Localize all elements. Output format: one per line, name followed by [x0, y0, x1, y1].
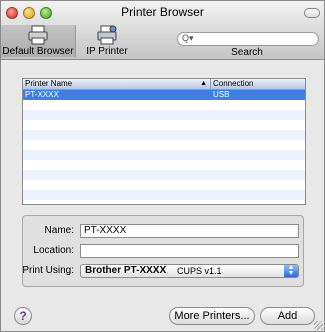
print-using-label: Print Using: [22, 265, 74, 276]
ip-printer-label: IP Printer [86, 46, 128, 57]
search-label: Search [231, 47, 263, 58]
print-using-model: Brother PT-XXXX [85, 265, 167, 276]
printer-row-name: PT-XXXX [25, 90, 59, 99]
title-bar: Printer Browser Default Browser IP Print… [1, 1, 324, 60]
toolbar-toggle-button[interactable] [304, 8, 320, 18]
magnifier-icon: Q▾ [182, 33, 194, 43]
empty-row-stripe [23, 130, 305, 140]
name-label: Name: [44, 225, 74, 236]
help-button[interactable]: ? [14, 307, 32, 325]
resize-grip[interactable] [314, 321, 323, 330]
empty-row-stripe [23, 110, 305, 120]
printer-row[interactable]: PT-XXXX USB [23, 90, 305, 100]
print-using-select[interactable]: Brother PT-XXXX CUPS v1.1 ▲ ▼ [80, 264, 299, 278]
default-browser-label: Default Browser [2, 46, 74, 57]
location-field[interactable] [80, 244, 299, 258]
add-button[interactable]: Add [260, 307, 315, 325]
printer-row-connection: USB [213, 90, 230, 99]
empty-row-stripe [23, 170, 305, 180]
window-title: Printer Browser [121, 5, 204, 19]
column-connection-label: Connection [213, 79, 254, 88]
printer-icon [28, 25, 48, 45]
column-printer-name[interactable]: Printer Name ▲ [23, 79, 211, 89]
print-using-driver: CUPS v1.1 [177, 266, 222, 276]
network-printer-icon [97, 25, 117, 45]
name-field[interactable]: PT-XXXX [80, 224, 299, 238]
select-arrows-icon: ▲ ▼ [284, 264, 298, 277]
empty-row-stripe [23, 150, 305, 160]
list-header: Printer Name ▲ Connection [23, 79, 305, 90]
search-input[interactable]: Q▾ [177, 32, 319, 46]
ip-printer-tab[interactable]: IP Printer [79, 25, 135, 57]
printer-details-panel: Name: PT-XXXX Location: Print Using: Bro… [22, 215, 304, 287]
printer-browser-window: Printer Browser Default Browser IP Print… [0, 0, 325, 332]
location-label: Location: [33, 245, 74, 256]
column-connection[interactable]: Connection [211, 79, 305, 89]
printer-list[interactable]: Printer Name ▲ Connection PT-XXXX USB [22, 78, 306, 205]
empty-row-stripe [23, 190, 305, 200]
column-printer-name-label: Printer Name [25, 79, 73, 88]
sort-ascending-icon: ▲ [200, 80, 207, 87]
more-printers-button[interactable]: More Printers... [169, 307, 255, 325]
default-browser-tab[interactable]: Default Browser [1, 25, 76, 57]
